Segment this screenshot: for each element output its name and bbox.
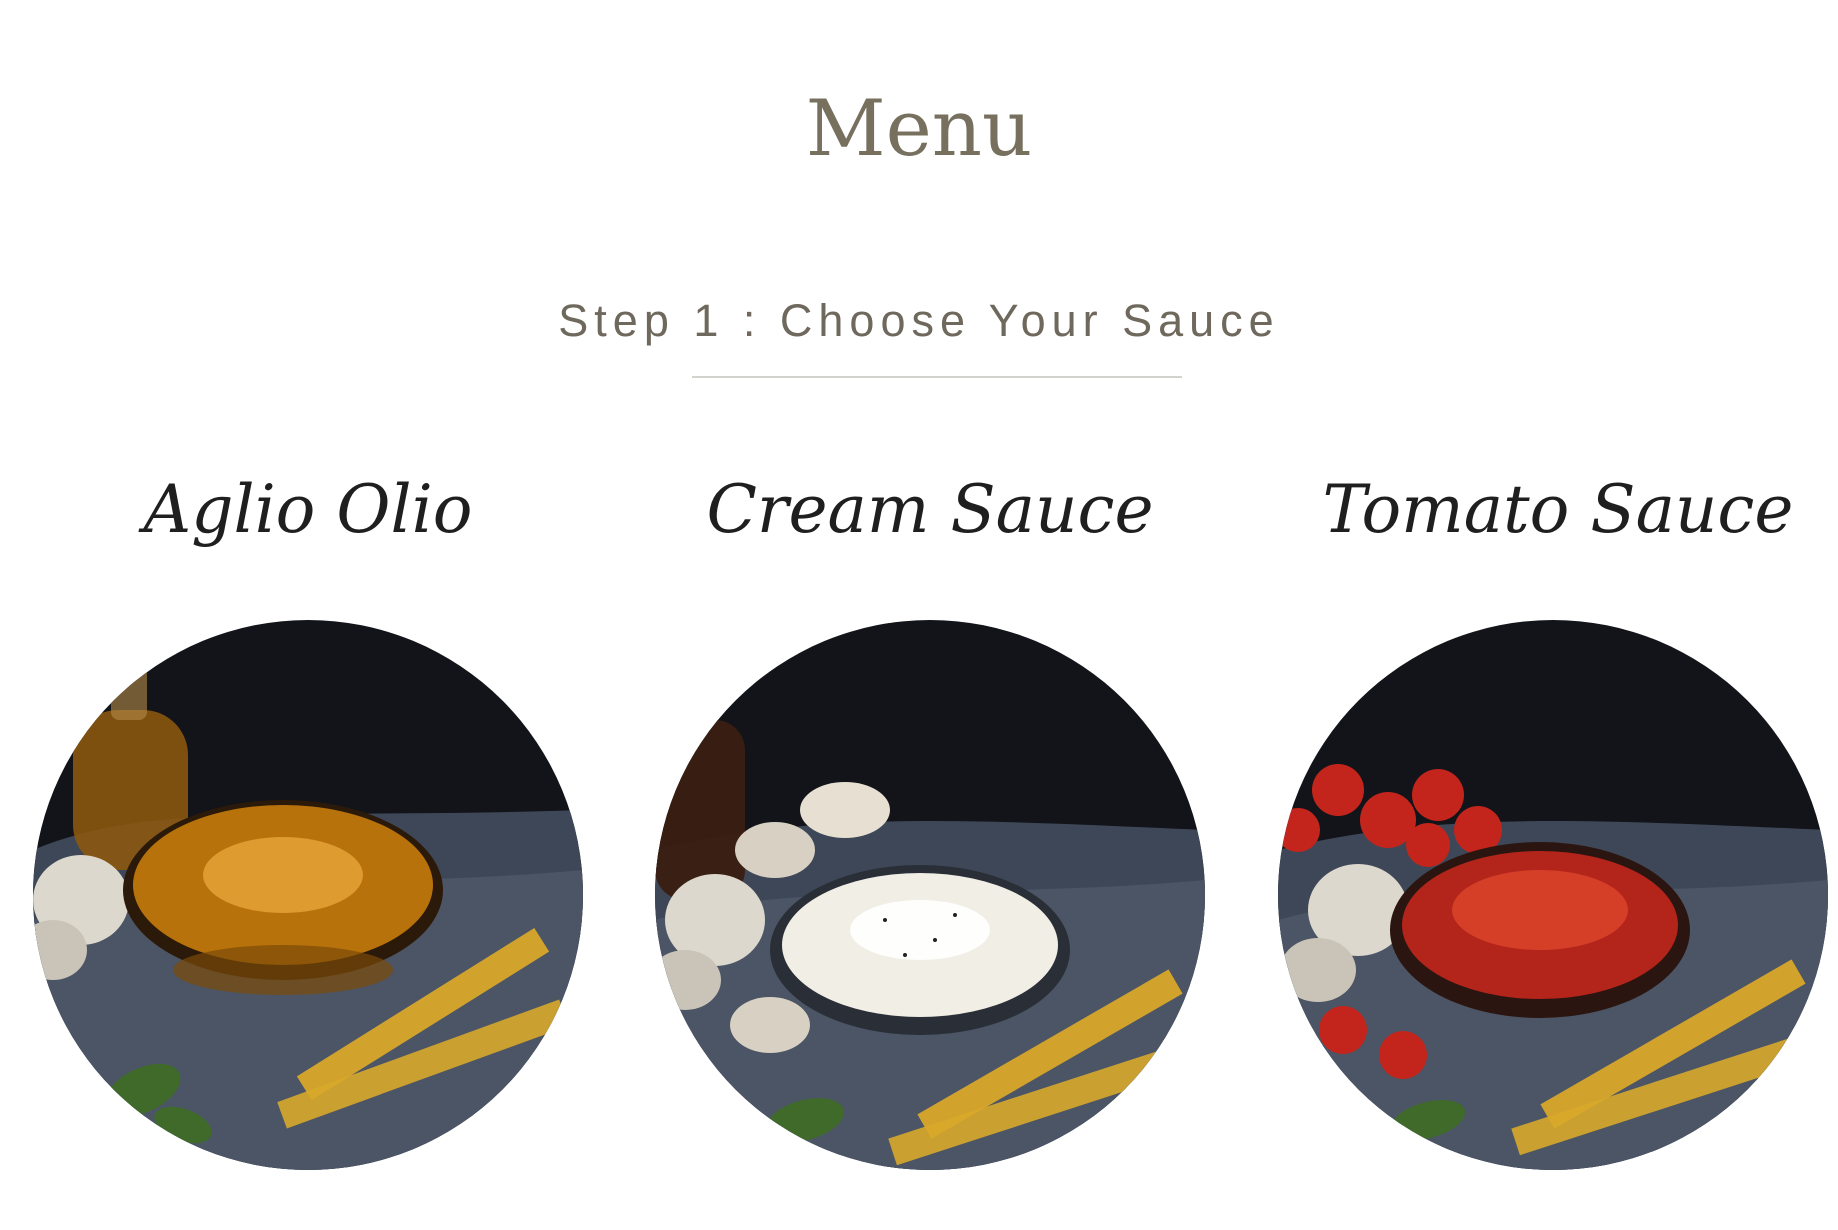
sauce-photo-cream-sauce[interactable] [655, 620, 1205, 1170]
sauce-bowl-image [1390, 842, 1690, 1018]
bottle-image [655, 720, 745, 900]
sauce-card-tomato-sauce[interactable]: Tomato Sauce [1278, 470, 1838, 1170]
sauce-photo-aglio-olio[interactable] [33, 620, 583, 1170]
sauce-photo-tomato-sauce[interactable] [1278, 620, 1828, 1170]
sauce-name: Cream Sauce [706, 471, 1154, 548]
tomato-sauce-bowl-image [1278, 620, 1828, 1170]
step-heading: Step 1 : Choose Your Sauce [558, 295, 1280, 346]
sauce-card-aglio-olio[interactable]: Aglio Olio [30, 470, 590, 1170]
page-title: Menu [805, 84, 1033, 174]
sauce-bowl-image [770, 865, 1070, 1035]
aglio-olio-bowl-image [33, 620, 583, 1170]
sauce-name: Tomato Sauce [1322, 471, 1794, 548]
sauce-card-cream-sauce[interactable]: Cream Sauce [655, 470, 1215, 1170]
cream-sauce-bowl-image [655, 620, 1205, 1170]
section-divider [692, 376, 1182, 378]
sauce-name: Aglio Olio [143, 471, 473, 548]
